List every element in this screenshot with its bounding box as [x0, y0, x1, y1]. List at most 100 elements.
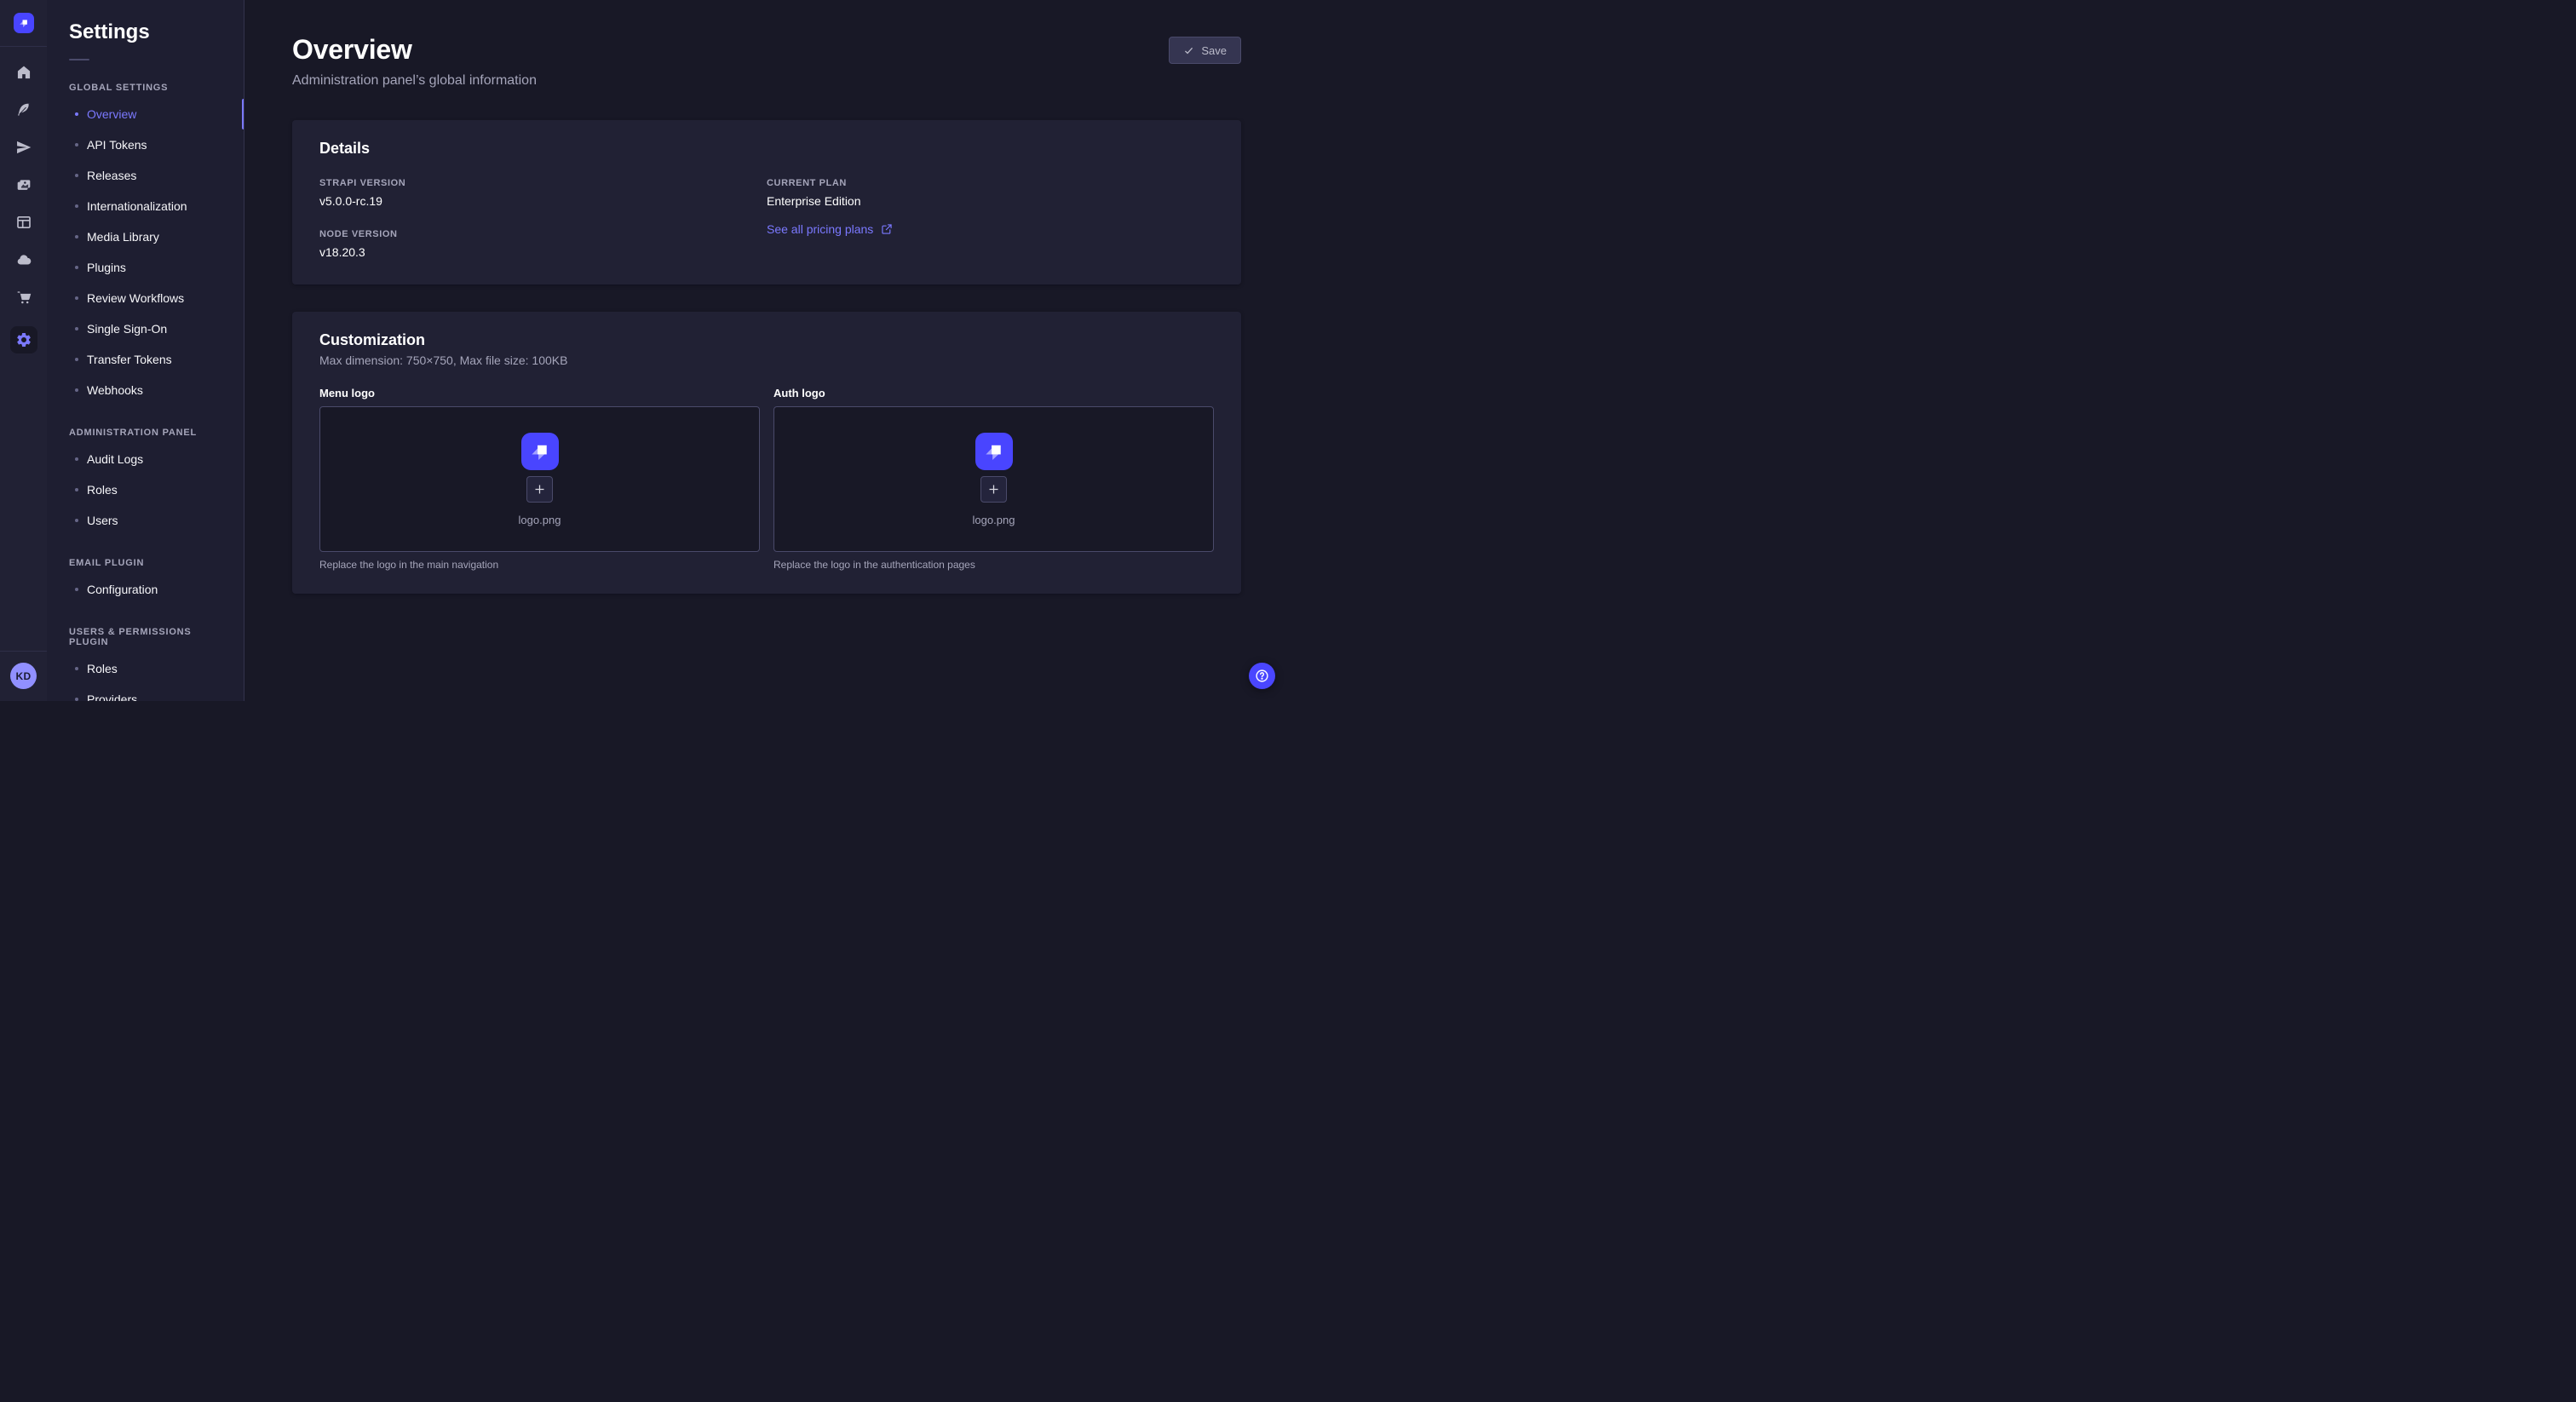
rail-icon-list: [10, 64, 37, 353]
add-logo-button[interactable]: [526, 476, 553, 503]
subnav-item-media-library[interactable]: Media Library: [47, 221, 244, 252]
subnav-item-single-sign-on[interactable]: Single Sign-On: [47, 313, 244, 344]
customization-card-title: Customization: [319, 331, 1214, 349]
add-logo-button[interactable]: [980, 476, 1007, 503]
icon-rail: KD: [0, 0, 47, 701]
page-header-text: Overview Administration panel’s global i…: [292, 34, 537, 89]
help-button[interactable]: [1249, 663, 1275, 689]
logo-filename: logo.png: [973, 514, 1015, 526]
subnav-sections: GLOBAL SETTINGSOverviewAPI TokensRelease…: [47, 83, 244, 701]
settings-subnav: Settings GLOBAL SETTINGSOverviewAPI Toke…: [47, 0, 244, 701]
bullet-icon: [75, 588, 78, 591]
check-icon: [1183, 45, 1194, 56]
user-avatar[interactable]: KD: [10, 663, 37, 689]
subnav-item-label: Configuration: [87, 583, 158, 596]
app-window: KD Settings GLOBAL SETTINGSOverviewAPI T…: [0, 0, 1288, 701]
details-card: Details STRAPI VERSION v5.0.0-rc.19 NODE…: [292, 120, 1241, 284]
subnav-item-users[interactable]: Users: [47, 505, 244, 536]
bullet-icon: [75, 174, 78, 177]
gear-icon-active-tile[interactable]: [10, 326, 37, 353]
rail-bottom: KD: [0, 651, 47, 701]
bullet-icon: [75, 204, 78, 208]
bullet-icon: [75, 488, 78, 491]
field-label: STRAPI VERSION: [319, 178, 767, 188]
logo-filename: logo.png: [519, 514, 561, 526]
subnav-item-label: Providers: [87, 692, 137, 701]
auth-logo-dropzone[interactable]: logo.png: [773, 406, 1214, 552]
bullet-icon: [75, 667, 78, 670]
section-header: EMAIL PLUGIN: [47, 558, 244, 568]
upload-caption: Replace the logo in the authentication p…: [773, 559, 1214, 571]
subnav-title: Settings: [47, 20, 244, 44]
gear-icon: [15, 331, 32, 348]
subnav-item-label: API Tokens: [87, 138, 147, 152]
cloud-icon[interactable]: [15, 251, 32, 268]
logo-uploads-row: Menu logo logo.png: [319, 387, 1214, 571]
bullet-icon: [75, 457, 78, 461]
strapi-version-field: STRAPI VERSION v5.0.0-rc.19: [319, 178, 767, 208]
subnav-item-roles[interactable]: Roles: [47, 474, 244, 505]
strapi-logo-icon[interactable]: [14, 13, 34, 33]
upload-label: Auth logo: [773, 387, 1214, 399]
subnav-item-roles[interactable]: Roles: [47, 653, 244, 684]
pricing-plans-link[interactable]: See all pricing plans: [767, 222, 893, 236]
subnav-item-review-workflows[interactable]: Review Workflows: [47, 283, 244, 313]
page-title: Overview: [292, 34, 537, 66]
subnav-item-internationalization[interactable]: Internationalization: [47, 191, 244, 221]
feather-icon[interactable]: [15, 101, 32, 118]
subnav-item-label: Webhooks: [87, 383, 143, 397]
customization-card: Customization Max dimension: 750×750, Ma…: [292, 312, 1241, 594]
subnav-item-plugins[interactable]: Plugins: [47, 252, 244, 283]
strapi-logo-preview-icon: [521, 433, 559, 470]
details-left-column: STRAPI VERSION v5.0.0-rc.19 NODE VERSION…: [319, 178, 767, 259]
bullet-icon: [75, 266, 78, 269]
subnav-item-label: Plugins: [87, 261, 126, 274]
section-header: USERS & PERMISSIONS PLUGIN: [47, 627, 244, 647]
layout-icon[interactable]: [15, 214, 32, 231]
bullet-icon: [75, 143, 78, 147]
external-link-icon: [881, 223, 893, 235]
main-content: Overview Administration panel’s global i…: [244, 0, 1288, 701]
subnav-item-transfer-tokens[interactable]: Transfer Tokens: [47, 344, 244, 375]
subnav-item-label: Roles: [87, 483, 118, 497]
subnav-item-releases[interactable]: Releases: [47, 160, 244, 191]
subnav-item-label: Overview: [87, 107, 136, 121]
bullet-icon: [75, 327, 78, 330]
customization-constraints: Max dimension: 750×750, Max file size: 1…: [319, 353, 1214, 367]
subnav-item-label: Users: [87, 514, 118, 527]
subnav-item-audit-logs[interactable]: Audit Logs: [47, 444, 244, 474]
page-subtitle: Administration panel’s global informatio…: [292, 73, 537, 89]
home-icon[interactable]: [15, 64, 32, 81]
question-mark-icon: [1255, 669, 1269, 683]
upload-caption: Replace the logo in the main navigation: [319, 559, 760, 571]
subnav-item-label: Releases: [87, 169, 136, 182]
menu-logo-dropzone[interactable]: logo.png: [319, 406, 760, 552]
details-grid: STRAPI VERSION v5.0.0-rc.19 NODE VERSION…: [319, 178, 1214, 259]
plus-icon: [987, 483, 1000, 496]
section-header: ADMINISTRATION PANEL: [47, 428, 244, 438]
bullet-icon: [75, 388, 78, 392]
media-library-icon[interactable]: [15, 176, 32, 193]
subnav-item-overview[interactable]: Overview: [47, 99, 244, 129]
subnav-title-divider: [69, 59, 89, 60]
details-right-column: CURRENT PLAN Enterprise Edition See all …: [767, 178, 1214, 259]
field-value: Enterprise Edition: [767, 194, 1214, 208]
subnav-item-label: Audit Logs: [87, 452, 143, 466]
subnav-item-providers[interactable]: Providers: [47, 684, 244, 701]
subnav-item-webhooks[interactable]: Webhooks: [47, 375, 244, 405]
save-button-label: Save: [1201, 44, 1227, 57]
subnav-item-api-tokens[interactable]: API Tokens: [47, 129, 244, 160]
bullet-icon: [75, 358, 78, 361]
details-card-title: Details: [319, 140, 1214, 158]
plus-icon: [533, 483, 546, 496]
field-label: CURRENT PLAN: [767, 178, 1214, 188]
bullet-icon: [75, 698, 78, 701]
subnav-item-configuration[interactable]: Configuration: [47, 574, 244, 605]
cart-icon[interactable]: [15, 289, 32, 306]
save-button[interactable]: Save: [1169, 37, 1241, 64]
paper-plane-icon[interactable]: [15, 139, 32, 156]
subnav-item-label: Internationalization: [87, 199, 187, 213]
node-version-field: NODE VERSION v18.20.3: [319, 229, 767, 259]
strapi-logo-preview-icon: [975, 433, 1013, 470]
menu-logo-upload: Menu logo logo.png: [319, 387, 760, 571]
